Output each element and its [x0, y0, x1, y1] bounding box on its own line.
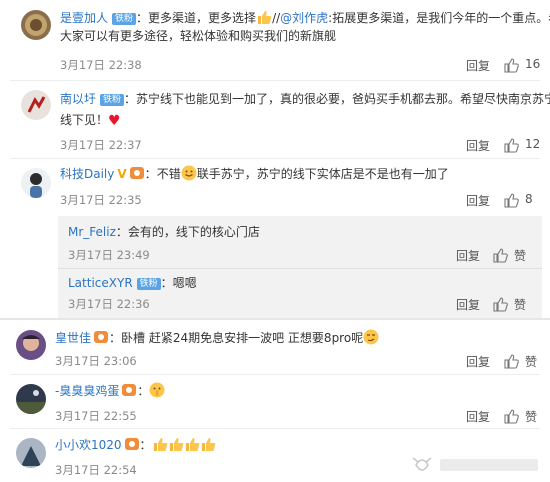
timestamp: 3月17日 22:54 — [55, 463, 137, 477]
like-button[interactable]: 赞 — [514, 296, 526, 313]
username[interactable]: 皇世佳 — [55, 331, 91, 345]
level-badge-icon — [124, 438, 139, 450]
comment-panel-top: 是壹加人 铁粉 ：更多渠道，更多选择//@刘作虎:拓展更多渠道，是我们今年的一个重点… — [0, 0, 550, 318]
timestamp: 3月17日 23:49 — [68, 248, 150, 262]
mention-link[interactable]: @刘作虎 — [280, 11, 328, 25]
timestamp: 3月17日 22:55 — [55, 409, 137, 423]
divider — [10, 374, 540, 375]
comment-item: 科技Daily V ：不错 联手苏宁，苏宁的线下实体店是不是也有一加了 3月17日 2… — [0, 160, 550, 218]
like-button[interactable]: 赞 — [525, 408, 537, 425]
level-badge-icon — [129, 167, 144, 179]
like-button[interactable]: 赞 — [514, 247, 526, 264]
like-icon[interactable] — [503, 192, 519, 208]
avatar[interactable] — [21, 168, 51, 198]
watermark-logo-icon — [412, 457, 538, 471]
reply-item: LatticeXYR 铁粉 ：嗯嗯 3月17日 22:36 回复 赞 — [68, 276, 527, 313]
divider — [10, 80, 540, 81]
avatar[interactable] — [16, 438, 46, 468]
username[interactable]: 小小欢1020 — [55, 438, 122, 452]
thumbs-up-emoji-icon — [201, 438, 215, 451]
like-icon[interactable] — [503, 137, 519, 153]
thumbs-up-emoji-icon — [258, 11, 272, 24]
like-count: 8 — [525, 192, 533, 206]
level-badge-icon — [94, 331, 109, 343]
divider — [58, 268, 542, 269]
comment-item: 皇世佳 ：卧槽 赶紧24期免息安排一波吧 正想要8pro呢 3月17日 23:06… — [0, 320, 550, 372]
reply-button[interactable]: 回复 — [456, 296, 480, 313]
vip-badge: 铁粉 — [112, 13, 137, 25]
avatar[interactable] — [16, 384, 46, 414]
timestamp: 3月17日 22:35 — [60, 193, 142, 207]
username[interactable]: 科技Daily — [60, 167, 114, 181]
timestamp: 3月17日 23:06 — [55, 354, 137, 368]
avatar[interactable] — [21, 10, 51, 40]
comment-text: 苏宁线下也能见到一加了，真的很必要，爸妈买手机都去那。希望尽快南京苏宁 — [136, 92, 550, 106]
smirk-emoji-icon — [363, 329, 379, 345]
thumbs-up-emoji-icon — [153, 438, 167, 451]
username[interactable]: 是壹加人 — [60, 11, 108, 25]
username[interactable]: -臭臭臭鸡蛋 — [55, 384, 119, 398]
comment-panel-bottom: 皇世佳 ：卧槽 赶紧24期免息安排一波吧 正想要8pro呢 3月17日 23:06… — [0, 318, 550, 482]
like-icon[interactable] — [492, 247, 508, 263]
shush-emoji-icon — [149, 382, 165, 398]
thumbs-up-emoji-icon — [169, 438, 183, 451]
comment-text-line2: 线下见！ — [60, 113, 109, 127]
reply-button[interactable]: 回复 — [466, 137, 490, 154]
like-icon[interactable] — [503, 57, 519, 73]
username[interactable]: Mr_Feliz — [68, 225, 116, 239]
reply-button[interactable]: 回复 — [466, 353, 490, 370]
reply-thread: Mr_Feliz：会有的，线下的核心门店 3月17日 23:49 回复 赞 La… — [58, 216, 542, 318]
reply-button[interactable]: 回复 — [456, 247, 480, 264]
grin-emoji-icon — [181, 165, 197, 181]
comment-text: 卧槽 赶紧24期免息安排一波吧 正想要8pro呢 — [121, 331, 364, 345]
timestamp: 3月17日 22:36 — [68, 297, 150, 311]
avatar[interactable] — [21, 90, 51, 120]
comment-item: -臭臭臭鸡蛋： 3月17日 22:55 回复 赞 — [0, 376, 550, 428]
comment-text: 更多渠道，更多选择 — [148, 11, 257, 25]
reply-button[interactable]: 回复 — [466, 192, 490, 209]
thumbs-up-emoji-icon — [185, 438, 199, 451]
like-icon[interactable] — [503, 353, 519, 369]
verified-v-icon: V — [117, 167, 127, 181]
reply-item: Mr_Feliz：会有的，线下的核心门店 3月17日 23:49 回复 赞 — [68, 225, 527, 264]
like-count: 16 — [525, 57, 541, 71]
like-icon[interactable] — [492, 296, 508, 312]
avatar[interactable] — [16, 330, 46, 360]
reply-button[interactable]: 回复 — [466, 57, 490, 74]
comment-text-line2: 大家可以有更多途径，轻松体验和购买我们的新旗舰 — [60, 29, 337, 43]
divider — [10, 428, 540, 429]
timestamp: 3月17日 22:38 — [60, 58, 142, 72]
reply-button[interactable]: 回复 — [466, 408, 490, 425]
like-icon[interactable] — [503, 408, 519, 424]
reply-text: 嗯嗯 — [172, 276, 197, 290]
like-count: 12 — [525, 137, 541, 151]
username[interactable]: LatticeXYR — [68, 276, 133, 290]
vip-badge: 铁粉 — [100, 94, 125, 106]
like-button[interactable]: 赞 — [525, 353, 537, 370]
timestamp: 3月17日 22:37 — [60, 138, 142, 152]
reply-text: 会有的，线下的核心门店 — [127, 225, 260, 239]
comment-item: 南以圩 铁粉 ：苏宁线下也能见到一加了，真的很必要，爸妈买手机都去那。希望尽快南京苏… — [0, 82, 550, 158]
divider — [10, 158, 540, 159]
heart-emoji-icon: ♥ — [108, 113, 121, 129]
vip-badge: 铁粉 — [136, 278, 161, 290]
comment-text: 不错 — [156, 167, 181, 181]
level-badge-icon — [122, 384, 137, 396]
comment-item: 是壹加人 铁粉 ：更多渠道，更多选择//@刘作虎:拓展更多渠道，是我们今年的一个重点… — [0, 0, 550, 80]
username[interactable]: 南以圩 — [60, 92, 96, 106]
